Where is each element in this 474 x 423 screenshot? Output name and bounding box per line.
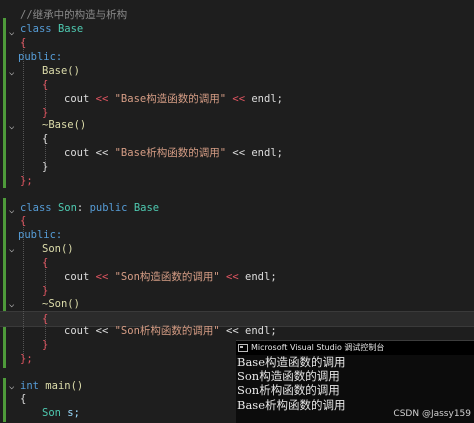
code-line-cout: cout << "Base构造函数的调用" << endl; [64,91,283,107]
fold-collapse-icon[interactable]: ⌵ [9,28,14,38]
type-base: Base [133,202,160,214]
type-base: Base [57,23,84,35]
variable-s: s; [67,407,80,419]
code-string: "Son构造函数的调用" [114,271,220,283]
code-endl: endl; [245,325,277,337]
code-string: "Son析构函数的调用" [114,325,220,337]
code-endl: endl; [251,147,283,159]
console-line: Base构造函数的调用 [237,355,346,369]
fold-collapse-icon[interactable]: ⌵ [9,300,14,310]
code-line-cout: cout << "Base析构函数的调用" << endl; [64,145,283,161]
code-op: << [95,147,109,159]
code-endl: endl; [251,93,283,105]
code-cout: cout [64,325,90,337]
fold-collapse-icon[interactable]: ⌵ [9,382,14,392]
code-endl: endl; [245,271,277,283]
change-bar [3,18,6,188]
code-cout: cout [64,147,90,159]
code-brace: } [42,339,49,351]
code-close-class: }; [20,175,33,187]
code-line-class-base: class Base [20,21,83,37]
console-title: Microsoft Visual Studio 调试控制台 [251,343,385,352]
code-op: << [226,325,239,337]
keyword-public: public [89,202,128,214]
code-brace: { [20,393,27,405]
code-brace: { [42,133,49,145]
code-brace: { [42,257,49,269]
code-op: << [232,147,246,159]
console-output: Base构造函数的调用 Son构造函数的调用 Son析构函数的调用 Base析构… [236,355,474,412]
console-line: Son析构函数的调用 [237,383,340,398]
code-cout: cout [64,271,90,283]
code-op: << [95,271,109,283]
debug-console-window[interactable]: Microsoft Visual Studio 调试控制台 Base构造函数的调… [236,340,474,423]
keyword-class: class [20,23,52,35]
code-line-cout: cout << "Son析构函数的调用" << endl; [64,323,277,339]
code-brace: { [42,313,49,325]
code-string: "Base构造函数的调用" [114,93,227,105]
code-op: << [95,325,109,337]
code-string: "Base析构函数的调用" [114,147,227,159]
csdn-watermark: CSDN @Jassy159 [393,409,471,419]
code-cout: cout [64,93,90,105]
function-main: main() [45,380,84,392]
type-son: Son [42,407,61,419]
code-colon: : [76,202,84,214]
type-son: Son [57,202,77,214]
change-bar [3,198,6,368]
change-bar [3,378,6,422]
console-app-icon [238,344,248,352]
console-title-bar[interactable]: Microsoft Visual Studio 调试控制台 [236,341,474,355]
code-op: << [226,271,239,283]
fold-collapse-icon[interactable]: ⌵ [9,122,14,132]
code-brace: } [42,161,49,173]
fold-collapse-icon[interactable]: ⌵ [9,206,14,216]
code-line-cout: cout << "Son构造函数的调用" << endl; [64,269,277,285]
code-line-class-son: class Son: public Base [20,200,159,216]
fold-collapse-icon[interactable]: ⌵ [9,245,14,255]
code-op: << [232,93,246,105]
code-brace: { [42,79,49,91]
code-line-son-decl: Son s; [42,405,80,421]
code-base-dtor: ~Base() [42,119,87,131]
code-close-class: }; [20,353,33,365]
code-line-main: int main() [20,378,83,394]
fold-collapse-icon[interactable]: ⌵ [9,68,14,78]
code-op: << [95,93,109,105]
code-son-dtor: ~Son() [42,298,80,310]
console-line: Son构造函数的调用 [237,369,340,384]
